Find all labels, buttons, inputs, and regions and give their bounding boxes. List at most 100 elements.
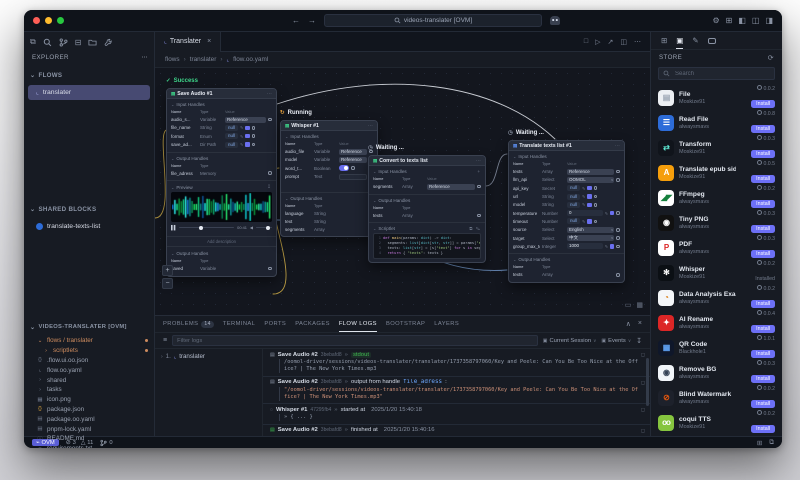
log-session-item[interactable]: › 1. ⌞ translater — [161, 353, 256, 360]
value-field[interactable]: English — [567, 226, 615, 233]
toggle-left-panel-icon[interactable]: ◧ — [738, 16, 746, 25]
input-handle-row[interactable]: word_t... Boolean — [285, 164, 373, 172]
add-description-button[interactable]: Add description — [167, 236, 276, 248]
edit-icon[interactable]: ✎ — [692, 36, 698, 45]
files-icon[interactable]: ⧉ — [30, 37, 36, 47]
file-tree-item[interactable]: › tasks — [24, 385, 154, 395]
node-whisper-1[interactable]: ↻ Running ▤ Whisper #1 ⋯ ⌄ Input Handles … — [280, 108, 378, 238]
zoom-out-button[interactable]: − — [162, 278, 173, 289]
pause-icon[interactable]: ▌▌ — [171, 225, 177, 230]
handle-name[interactable]: file_adress — [403, 379, 442, 385]
panel-tab[interactable]: TERMINAL — [223, 316, 256, 332]
connection-handle[interactable] — [593, 186, 598, 191]
scriptlet-code[interactable]: 1 def main(params: dict) -> dict: 2 segm… — [373, 233, 481, 260]
store-package-item[interactable]: ✦ AI Rename alwaysmavs 0.0.4 Install — [651, 310, 782, 335]
store-package-item[interactable]: ▦ QR Code Blackhole1 1.0.1 Install — [651, 335, 782, 360]
volume-icon[interactable]: ◀ — [250, 225, 253, 230]
output-handle-row[interactable]: saved Variable — [171, 265, 272, 273]
value-field[interactable] — [339, 165, 349, 171]
panel-tab[interactable]: LAYERS — [434, 316, 459, 332]
value-field[interactable]: OOMOL — [567, 176, 615, 183]
install-button[interactable]: Install — [751, 150, 775, 159]
connection-handle[interactable] — [268, 171, 272, 175]
panel-tab[interactable]: FLOW LOGS — [339, 316, 377, 332]
value-field[interactable]: 0 — [567, 210, 603, 217]
node-convert-to-texts-list[interactable]: ◷ Waiting ... ▤ Convert to texts list ⋯ … — [368, 143, 486, 264]
connection-handle[interactable] — [616, 169, 620, 174]
log-scrollbar[interactable] — [646, 357, 649, 406]
node-header[interactable]: ▤ Whisper #1 ⋯ — [281, 121, 377, 131]
connection-handle[interactable] — [616, 211, 620, 215]
file-tree-item[interactable]: {} package.json — [24, 405, 154, 415]
install-button[interactable]: Install — [751, 100, 775, 109]
source-control-icon[interactable] — [59, 37, 68, 47]
input-handle-row[interactable]: save_ad... Dir Path null ✎ — [171, 140, 272, 148]
edit-icon[interactable]: ✎ — [605, 244, 608, 249]
connection-handle[interactable] — [616, 244, 620, 249]
edit-icon[interactable]: ✎ — [582, 219, 585, 224]
blocks-icon[interactable]: ⊞ — [661, 36, 667, 45]
bind-toggle[interactable] — [245, 125, 250, 131]
value-field[interactable]: 中文 — [567, 235, 615, 242]
panel-tab[interactable]: BOOTSTRAP — [386, 316, 425, 332]
connection-handle[interactable] — [616, 227, 620, 232]
tab-translater[interactable]: ⌞ Translater × — [155, 31, 222, 52]
bind-toggle[interactable] — [587, 202, 592, 208]
store-package-item[interactable]: ▤ File Moskize91 0.0.2 Install — [651, 85, 782, 110]
install-button[interactable]: Install — [751, 250, 775, 259]
install-button[interactable]: Install — [751, 225, 775, 234]
search-icon[interactable] — [43, 38, 52, 47]
edit-icon[interactable]: ✎ — [240, 134, 243, 139]
edit-icon[interactable]: ✎ — [582, 186, 585, 191]
file-tree-item[interactable]: {} .flow.ui.oo.json — [24, 356, 154, 366]
store-package-item[interactable]: ☰ Read File alwaysmavs 0.0.8 Install — [651, 110, 782, 135]
connection-handle[interactable] — [351, 166, 355, 171]
settings-gear-icon[interactable]: ⚙ — [712, 16, 719, 25]
close-panel-icon[interactable]: × — [638, 320, 642, 328]
node-translate-texts-list-1[interactable]: ◷ Waiting ... ▤ Translate texts list #1 … — [508, 128, 625, 283]
connection-handle[interactable] — [268, 266, 272, 271]
input-handle-row[interactable]: texts Array Reference ✎ — [513, 168, 620, 176]
store-package-item[interactable]: ✻ Whisper Moskize91 0.0.2 Installed — [651, 260, 782, 285]
close-tab-icon[interactable]: × — [207, 38, 211, 45]
breadcrumb-translater[interactable]: translater — [190, 56, 217, 63]
input-handle-row[interactable]: model String null ✎ — [513, 201, 620, 209]
edit-icon[interactable]: ✎ — [240, 125, 243, 130]
output-handle-row[interactable]: file_adress Memory — [171, 169, 272, 177]
input-handle-row[interactable]: api_key Secret null ✎ — [513, 184, 620, 192]
output-handle-row[interactable]: segments Array — [285, 225, 373, 233]
value-field[interactable] — [339, 173, 368, 180]
session-dropdown[interactable]: ▣ Current Session ∨ — [543, 338, 597, 344]
value-field[interactable]: null — [225, 141, 238, 148]
bind-toggle[interactable] — [587, 185, 592, 191]
store-package-item[interactable]: ◉ Remove BG alwaysmavs 0.0.3 Install — [651, 360, 782, 385]
input-handle-row[interactable]: format Enum null ✎ — [171, 132, 272, 140]
node-header[interactable]: ▤ Translate texts list #1 ⋯ — [509, 141, 624, 151]
flow-canvas[interactable]: ✓ Success ▤ Save Audio #1 ⋯ ⌄ Input Handl… — [155, 68, 650, 315]
log-list[interactable]: ▤ Save Audio #2 3bebafd8 » stdout ◻ /oom… — [263, 349, 650, 436]
input-handle-row[interactable]: timeout Number null ✎ — [513, 217, 620, 225]
share-icon[interactable]: ↗ — [608, 38, 614, 46]
minimap-icon[interactable]: ▦ — [636, 301, 643, 309]
node-save-audio-1[interactable]: ✓ Success ▤ Save Audio #1 ⋯ ⌄ Input Handl… — [166, 76, 277, 277]
install-button[interactable]: Install — [751, 125, 775, 134]
connection-handle[interactable] — [251, 134, 256, 139]
panel-tab[interactable]: PROBLEMS 14 — [163, 316, 214, 332]
store-search-input[interactable] — [673, 69, 770, 78]
project-section-header[interactable]: ⌄ VIDEOS-TRANSLATER [OVM] — [30, 324, 148, 331]
connection-handle[interactable] — [268, 117, 272, 122]
refresh-icon[interactable]: ⟳ — [768, 54, 774, 62]
install-button[interactable]: Install — [751, 200, 775, 209]
maximize-window-button[interactable] — [57, 17, 64, 24]
install-button[interactable]: Install — [751, 350, 775, 359]
log-list-icon[interactable]: ≡ — [163, 337, 167, 344]
edit-code-icon[interactable]: ✎ — [476, 226, 481, 231]
install-button[interactable]: Installed — [755, 275, 775, 283]
bind-toggle[interactable] — [587, 194, 592, 199]
sidebar-item-flow[interactable]: ⌞ translater — [28, 85, 150, 100]
shared-blocks-section-header[interactable]: ⌄ SHARED BLOCKS — [30, 206, 148, 213]
connection-handle[interactable] — [251, 126, 256, 130]
volume-slider[interactable] — [256, 225, 272, 230]
run-icon[interactable]: ▷ — [595, 38, 600, 46]
output-handle-row[interactable]: texts Array — [513, 271, 620, 279]
